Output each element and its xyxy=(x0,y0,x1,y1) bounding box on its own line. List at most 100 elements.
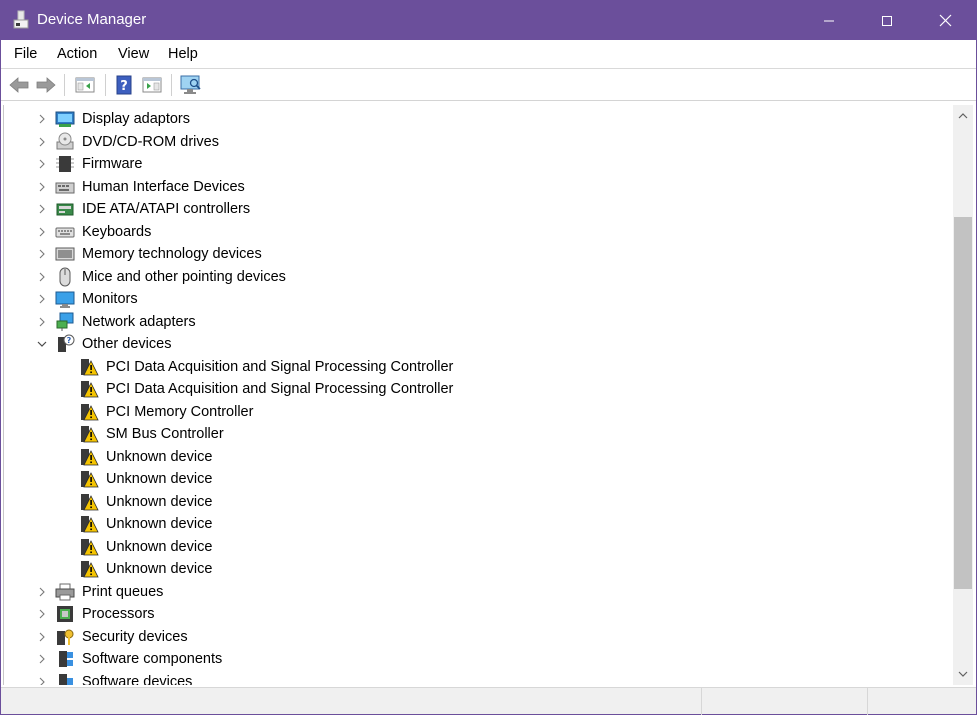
chevron-right-icon[interactable] xyxy=(36,671,48,685)
tree-category[interactable]: Monitors xyxy=(4,288,944,310)
svg-text:?: ? xyxy=(120,79,128,94)
status-pane xyxy=(867,688,868,715)
tree-item-label: Keyboards xyxy=(82,223,152,240)
chevron-right-icon[interactable] xyxy=(36,176,48,198)
tree-category[interactable]: Display adaptors xyxy=(4,108,944,130)
back-arrow-icon xyxy=(9,77,29,93)
chevron-right-icon[interactable] xyxy=(36,243,48,265)
tree-category[interactable]: Mice and other pointing devices xyxy=(4,266,944,288)
hid-icon xyxy=(55,177,75,197)
software-component-icon xyxy=(55,649,75,669)
tree-category[interactable]: Keyboards xyxy=(4,221,944,243)
tree-device[interactable]: Unknown device xyxy=(4,558,944,580)
tree-category[interactable]: Network adapters xyxy=(4,311,944,333)
tree-item-label: Firmware xyxy=(82,156,143,172)
other-devices-icon: ? xyxy=(55,334,75,354)
chevron-right-icon[interactable] xyxy=(36,626,48,648)
tree-device[interactable]: Unknown device xyxy=(4,491,944,513)
toolbar-separator xyxy=(171,74,172,96)
tree-item-label: IDE ATA/ATAPI controllers xyxy=(82,201,251,217)
menu-action[interactable]: Action xyxy=(57,46,97,62)
properties-pane-button[interactable] xyxy=(140,73,164,97)
tree-device[interactable]: PCI Memory Controller xyxy=(4,401,944,423)
tree-category[interactable]: Security devices xyxy=(4,626,944,648)
tree-item-label: Human Interface Devices xyxy=(82,178,245,195)
software-device-icon xyxy=(55,672,75,685)
chevron-right-icon[interactable] xyxy=(36,266,48,288)
warning-device-icon xyxy=(79,492,99,512)
chevron-right-icon[interactable] xyxy=(36,648,48,670)
tree-item-label: Unknown device xyxy=(106,493,213,510)
tree-item-label: Unknown device xyxy=(106,516,213,532)
printer-icon xyxy=(55,582,75,602)
tree-category[interactable]: Memory technology devices xyxy=(4,243,944,265)
menu-bar: File Action View Help xyxy=(1,40,976,69)
title-bar[interactable]: Device Manager xyxy=(1,1,976,40)
tree-device[interactable]: PCI Data Acquisition and Signal Processi… xyxy=(4,378,944,400)
device-tree[interactable]: Display adaptors DVD/CD-ROM drives Firmwar… xyxy=(3,105,953,685)
warning-device-icon xyxy=(79,402,99,422)
tree-category[interactable]: Processors xyxy=(4,603,944,625)
chevron-right-icon[interactable] xyxy=(36,603,48,625)
tree-device[interactable]: PCI Data Acquisition and Signal Processi… xyxy=(4,356,944,378)
minimize-button[interactable] xyxy=(800,1,858,40)
chevron-right-icon[interactable] xyxy=(36,221,48,243)
tree-category[interactable]: DVD/CD-ROM drives xyxy=(4,131,944,153)
keyboard-icon xyxy=(55,222,75,242)
tree-device[interactable]: Unknown device xyxy=(4,513,944,535)
close-button[interactable] xyxy=(916,1,974,40)
menu-file[interactable]: File xyxy=(14,46,37,62)
tree-item-label: Unknown device xyxy=(106,561,213,577)
chevron-right-icon[interactable] xyxy=(36,581,48,603)
ide-controller-icon xyxy=(55,199,75,219)
forward-arrow-icon xyxy=(36,77,56,93)
tree-category[interactable]: Print queues xyxy=(4,581,944,603)
chevron-down-icon[interactable] xyxy=(36,333,48,355)
tree-item-label: Memory technology devices xyxy=(82,246,262,262)
tree-category[interactable]: Human Interface Devices xyxy=(4,176,944,198)
help-button[interactable]: ? xyxy=(112,73,136,97)
chevron-right-icon[interactable] xyxy=(36,311,48,333)
maximize-button[interactable] xyxy=(858,1,916,40)
chevron-right-icon[interactable] xyxy=(36,288,48,310)
tree-category[interactable]: Firmware xyxy=(4,153,944,175)
tree-category[interactable]: Software components xyxy=(4,648,944,670)
scan-hardware-button[interactable] xyxy=(179,73,203,97)
show-hide-console-tree-button[interactable] xyxy=(73,73,97,97)
warning-device-icon xyxy=(79,514,99,534)
vertical-scrollbar[interactable] xyxy=(953,105,973,685)
tree-item-label: Unknown device xyxy=(106,471,213,487)
tree-category[interactable]: ? Other devices xyxy=(4,333,944,355)
device-manager-app-icon xyxy=(13,10,29,29)
warning-device-icon xyxy=(79,357,99,377)
forward-button[interactable] xyxy=(34,73,58,97)
warning-device-icon xyxy=(79,537,99,557)
scroll-down-button[interactable] xyxy=(953,665,973,683)
tree-item-label: Print queues xyxy=(82,583,164,600)
tree-item-label: Software devices xyxy=(82,673,193,686)
menu-view[interactable]: View xyxy=(118,46,149,62)
tree-category[interactable]: Software devices xyxy=(4,671,944,686)
tree-item-label: Other devices xyxy=(82,336,172,352)
scrollbar-thumb[interactable] xyxy=(954,217,972,589)
tree-device[interactable]: Unknown device xyxy=(4,446,944,468)
tree-item-label: Mice and other pointing devices xyxy=(82,268,286,285)
scroll-up-button[interactable] xyxy=(953,107,973,125)
tree-item-label: Display adaptors xyxy=(82,111,190,127)
tree-device[interactable]: Unknown device xyxy=(4,468,944,490)
chevron-right-icon[interactable] xyxy=(36,153,48,175)
chevron-right-icon[interactable] xyxy=(36,198,48,220)
chevron-right-icon[interactable] xyxy=(36,131,48,153)
display-adapter-icon xyxy=(55,109,75,129)
tree-category[interactable]: IDE ATA/ATAPI controllers xyxy=(4,198,944,220)
chevron-right-icon[interactable] xyxy=(36,108,48,130)
tree-item-label: SM Bus Controller xyxy=(106,426,224,442)
toolbar-separator xyxy=(105,74,106,96)
menu-help[interactable]: Help xyxy=(168,46,198,62)
tree-device[interactable]: Unknown device xyxy=(4,536,944,558)
tree-item-label: Network adapters xyxy=(82,313,196,330)
tree-item-label: Unknown device xyxy=(106,448,213,465)
tree-item-label: PCI Data Acquisition and Signal Processi… xyxy=(106,381,454,397)
back-button[interactable] xyxy=(7,73,31,97)
tree-device[interactable]: SM Bus Controller xyxy=(4,423,944,445)
